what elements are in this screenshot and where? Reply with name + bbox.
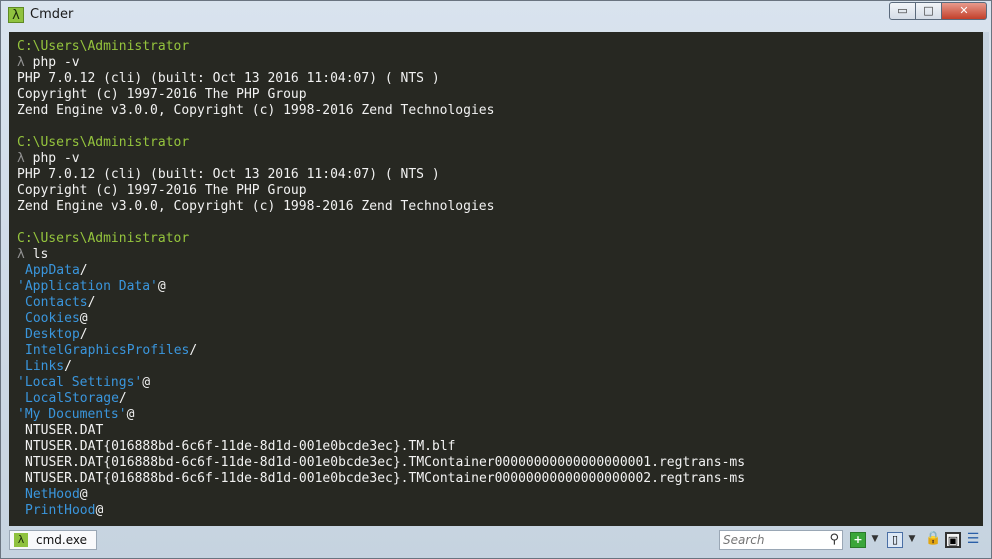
prompt-path: C:\Users\Administrator bbox=[17, 231, 190, 246]
console-line: Contacts/ bbox=[17, 295, 985, 311]
cmder-window: λ Cmder ▭ □ ✕ C:\Users\Administrator λ ph… bbox=[0, 0, 992, 559]
output-text: PHP 7.0.12 (cli) (built: Oct 13 2016 11:… bbox=[17, 71, 440, 86]
new-console-dropdown-icon[interactable]: ▼ bbox=[870, 532, 880, 548]
close-button[interactable]: ✕ bbox=[942, 2, 987, 20]
console-line: Links/ bbox=[17, 359, 985, 375]
directory-entry: Cookies bbox=[25, 311, 80, 326]
title-bar[interactable]: λ Cmder ▭ □ ✕ bbox=[1, 1, 991, 29]
output-text: Copyright (c) 1997-2016 The PHP Group bbox=[17, 183, 307, 198]
output-text: ls bbox=[24, 247, 49, 262]
directory-entry: Links bbox=[25, 359, 65, 374]
console-line: 'Application Data'@ bbox=[17, 279, 985, 295]
directory-entry: NetHood bbox=[25, 487, 80, 502]
entry-suffix: / bbox=[79, 263, 88, 278]
cmder-lambda-icon[interactable]: λ bbox=[8, 7, 24, 23]
search-input[interactable] bbox=[720, 531, 826, 549]
entry-suffix: / bbox=[189, 343, 198, 358]
console-output[interactable]: C:\Users\Administrator λ php -v PHP 7.0.12… bbox=[9, 32, 985, 526]
entry-suffix: @ bbox=[157, 279, 166, 294]
console-line: 'My Documents'@ bbox=[17, 407, 985, 423]
console-line: C:\Users\Administrator bbox=[17, 39, 985, 55]
console-line: NTUSER.DAT{016888bd-6c6f-11de-8d1d-001e0… bbox=[17, 471, 985, 487]
panes-icon[interactable]: ▣ bbox=[945, 532, 961, 548]
search-icon[interactable]: ⚲ bbox=[829, 532, 839, 547]
lock-icon[interactable]: 🔒 bbox=[925, 532, 941, 548]
console-line: C:\Users\Administrator bbox=[17, 231, 985, 247]
directory-entry: AppData bbox=[25, 263, 80, 278]
output-text: NTUSER.DAT bbox=[25, 423, 104, 438]
console-line: λ ls bbox=[17, 247, 985, 263]
directory-entry: Desktop bbox=[25, 327, 80, 342]
lambda-icon: λ bbox=[14, 533, 28, 547]
prompt-lambda: λ bbox=[17, 55, 25, 70]
console-line: IntelGraphicsProfiles/ bbox=[17, 343, 985, 359]
window-controls: ▭ □ ✕ bbox=[889, 2, 987, 20]
tab-cmd-exe[interactable]: λ cmd.exe bbox=[9, 530, 97, 550]
console-line: λ php -v bbox=[17, 55, 985, 71]
console-line: 'Local Settings'@ bbox=[17, 375, 985, 391]
directory-entry: 'Application Data' bbox=[17, 279, 158, 294]
menu-icon[interactable]: ☰ bbox=[965, 532, 981, 548]
entry-suffix: / bbox=[79, 327, 88, 342]
console-line: NetHood@ bbox=[17, 487, 985, 503]
entry-suffix: / bbox=[64, 359, 72, 374]
console-scrollbar[interactable] bbox=[983, 32, 989, 526]
directory-entry: IntelGraphicsProfiles bbox=[25, 343, 190, 358]
entry-suffix: @ bbox=[79, 487, 88, 502]
minimize-button[interactable]: ▭ bbox=[889, 2, 916, 20]
prompt-path: C:\Users\Administrator bbox=[17, 39, 190, 54]
entry-suffix: @ bbox=[142, 375, 151, 390]
directory-entry: 'Local Settings' bbox=[17, 375, 143, 390]
console-line: PrintHood@ bbox=[17, 503, 985, 519]
console-line: NTUSER.DAT{016888bd-6c6f-11de-8d1d-001e0… bbox=[17, 455, 985, 471]
console-line: PHP 7.0.12 (cli) (built: Oct 13 2016 11:… bbox=[17, 167, 985, 183]
entry-suffix: @ bbox=[126, 407, 135, 422]
console-line: Zend Engine v3.0.0, Copyright (c) 1998-2… bbox=[17, 199, 985, 215]
console-line: Desktop/ bbox=[17, 327, 985, 343]
output-text: NTUSER.DAT{016888bd-6c6f-11de-8d1d-001e0… bbox=[25, 439, 456, 454]
entry-suffix: / bbox=[87, 295, 96, 310]
maximize-button[interactable]: □ bbox=[916, 2, 942, 20]
directory-entry: LocalStorage bbox=[25, 391, 119, 406]
output-text: Copyright (c) 1997-2016 The PHP Group bbox=[17, 87, 307, 102]
directory-entry: 'My Documents' bbox=[17, 407, 127, 422]
console-line: Cookies@ bbox=[17, 311, 985, 327]
output-text: NTUSER.DAT{016888bd-6c6f-11de-8d1d-001e0… bbox=[25, 455, 746, 470]
entry-suffix: / bbox=[118, 391, 127, 406]
output-text: php -v bbox=[24, 55, 80, 70]
search-box: ⚲ bbox=[719, 530, 843, 550]
console-line: NTUSER.DAT bbox=[17, 423, 985, 439]
console-line: C:\Users\Administrator bbox=[17, 135, 985, 151]
entry-suffix: @ bbox=[79, 311, 88, 326]
output-text: php -v bbox=[24, 151, 80, 166]
prompt-lambda: λ bbox=[17, 247, 25, 262]
entry-suffix: @ bbox=[95, 503, 104, 518]
prompt-path: C:\Users\Administrator bbox=[17, 135, 190, 150]
tab-label: cmd.exe bbox=[36, 533, 88, 547]
console-line: λ php -v bbox=[17, 151, 985, 167]
console-line: LocalStorage/ bbox=[17, 391, 985, 407]
output-text: Zend Engine v3.0.0, Copyright (c) 1998-2… bbox=[17, 199, 495, 214]
output-text: NTUSER.DAT{016888bd-6c6f-11de-8d1d-001e0… bbox=[25, 471, 746, 486]
status-bar: λ cmd.exe ⚲ + ▼ ▯ ▼ 🔒 ▣ ☰ bbox=[9, 528, 985, 552]
split-view-icon[interactable]: ▯ bbox=[887, 532, 903, 548]
console-line: Copyright (c) 1997-2016 The PHP Group bbox=[17, 183, 985, 199]
console-line: Zend Engine v3.0.0, Copyright (c) 1998-2… bbox=[17, 103, 985, 119]
console-line: Copyright (c) 1997-2016 The PHP Group bbox=[17, 87, 985, 103]
console-line: PHP 7.0.12 (cli) (built: Oct 13 2016 11:… bbox=[17, 71, 985, 87]
prompt-lambda: λ bbox=[17, 151, 25, 166]
directory-entry: Contacts bbox=[25, 295, 88, 310]
directory-entry: PrintHood bbox=[25, 503, 96, 518]
output-text: PHP 7.0.12 (cli) (built: Oct 13 2016 11:… bbox=[17, 167, 440, 182]
new-console-icon[interactable]: + bbox=[850, 532, 866, 548]
console-line: NTUSER.DAT{016888bd-6c6f-11de-8d1d-001e0… bbox=[17, 439, 985, 455]
output-text: Zend Engine v3.0.0, Copyright (c) 1998-2… bbox=[17, 103, 495, 118]
console-line: AppData/ bbox=[17, 263, 985, 279]
split-view-dropdown-icon[interactable]: ▼ bbox=[907, 532, 917, 548]
window-title: Cmder bbox=[30, 7, 74, 22]
